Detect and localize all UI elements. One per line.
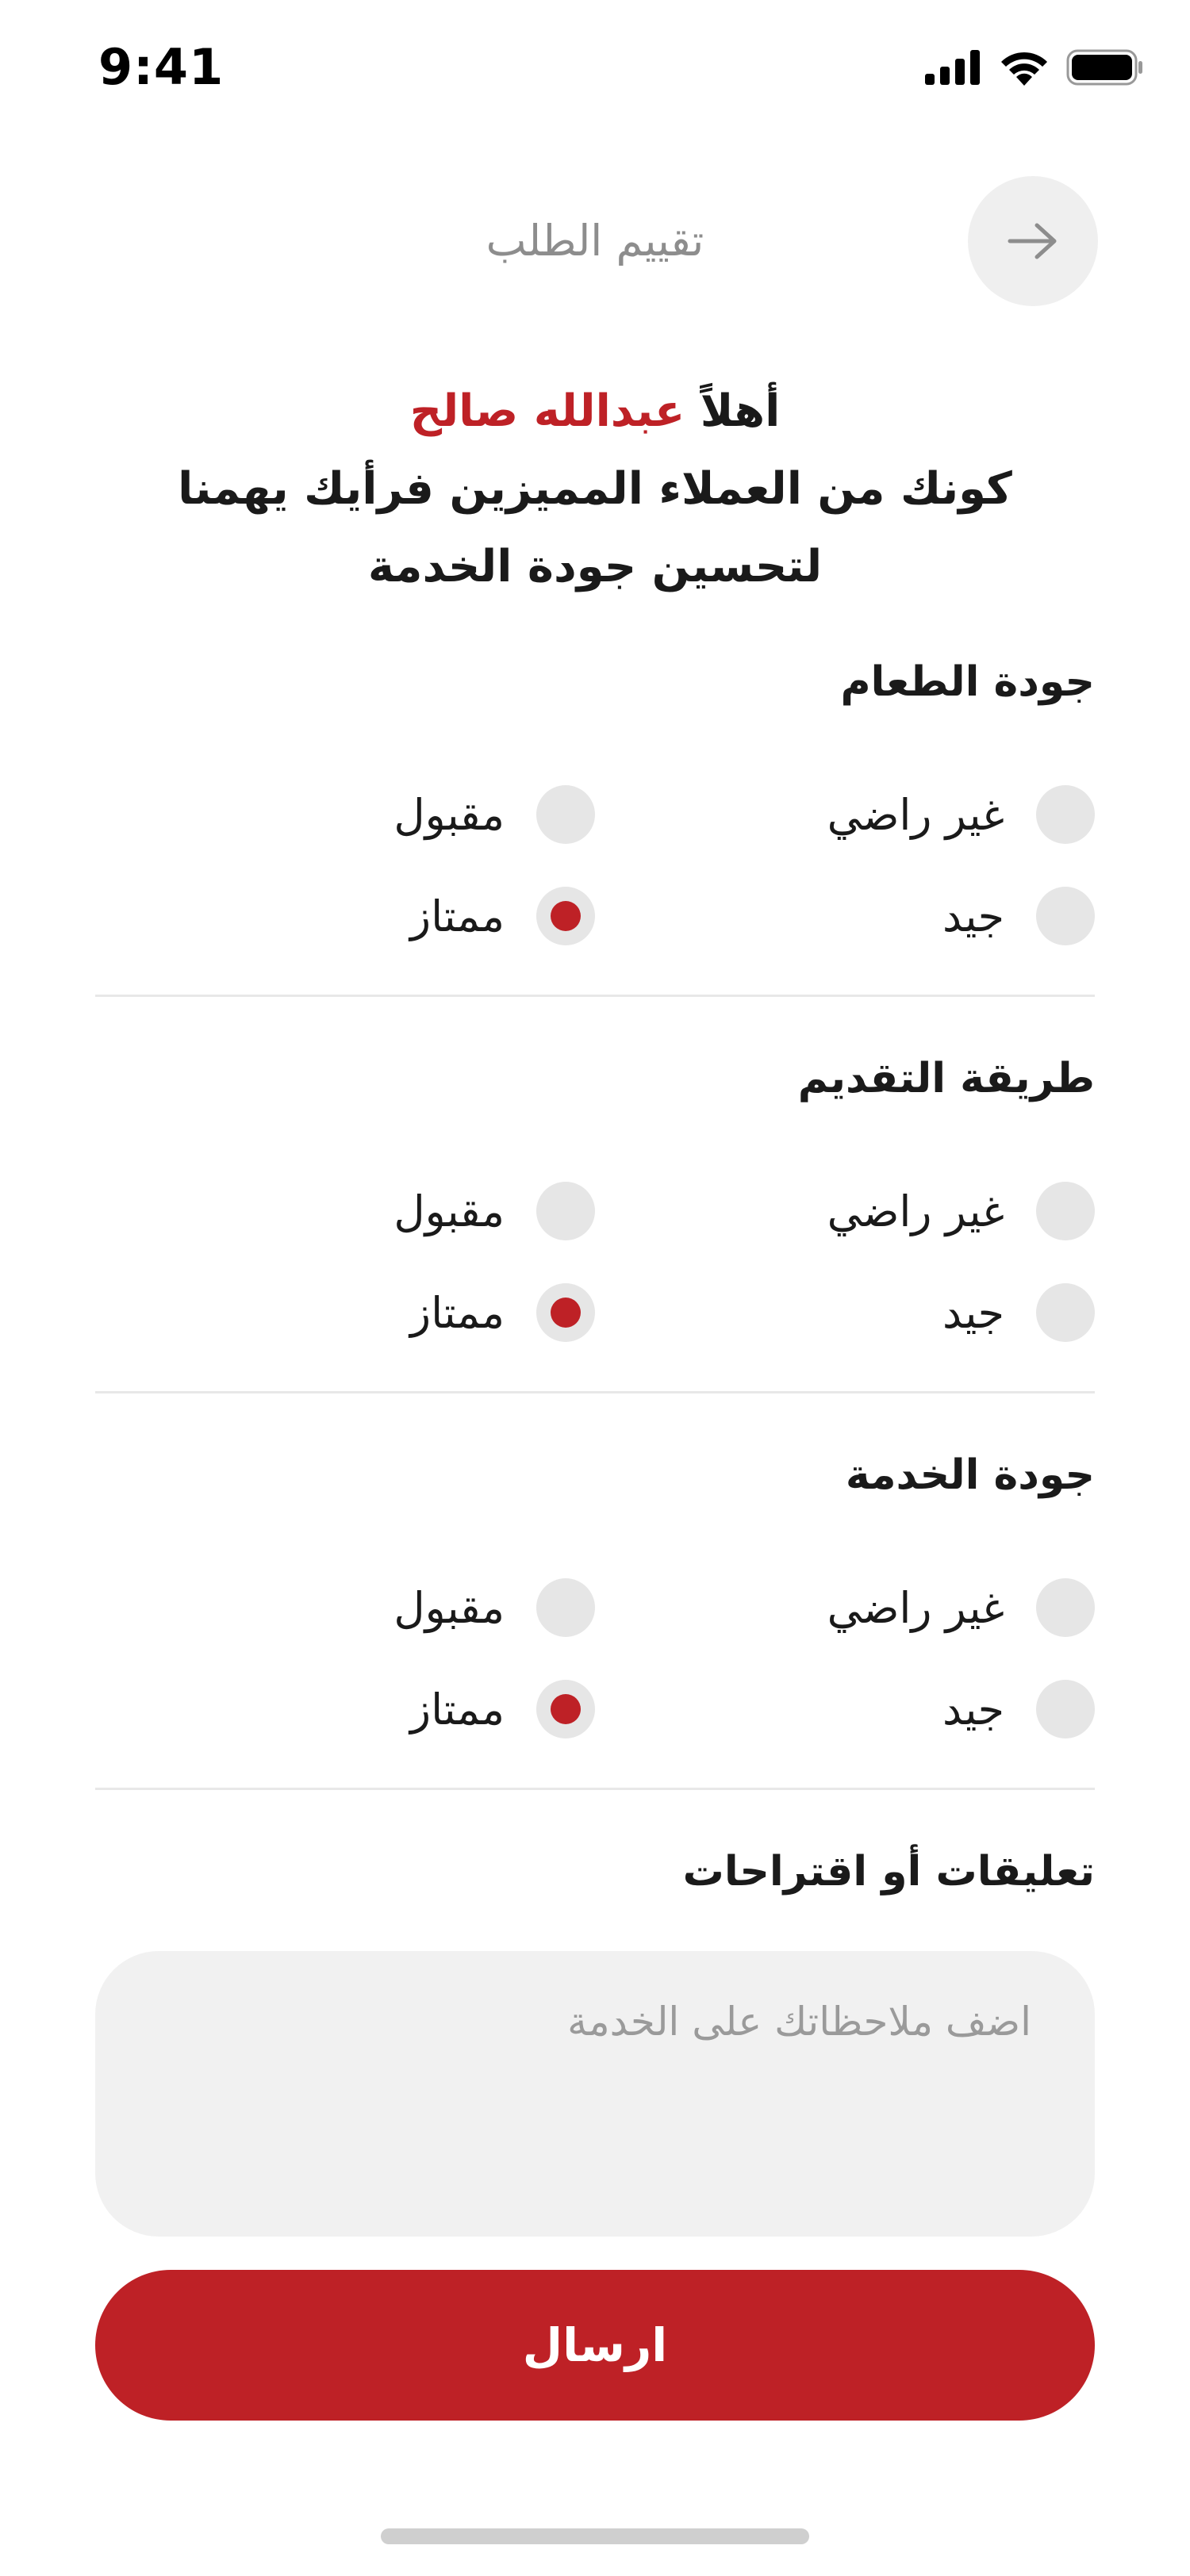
greeting-hello: أهلاً — [700, 385, 781, 437]
radio-unselected[interactable] — [536, 1578, 595, 1637]
section-title: طريقة التقديم — [797, 1055, 1095, 1102]
option-label: جيد — [942, 891, 1004, 941]
back-button[interactable] — [968, 176, 1098, 306]
section-divider — [95, 995, 1095, 997]
arrow-right-icon — [1008, 223, 1057, 259]
rating-section-serving-method: طريقة التقديم غير راضي مقبول جيد ممتاز — [95, 1047, 1095, 1342]
radio-unselected[interactable] — [536, 785, 595, 844]
customer-name: عبدالله صالح — [409, 385, 685, 437]
rating-option[interactable]: غير راضي — [827, 785, 1095, 844]
greeting-line-3: لتحسين جودة الخدمة — [367, 541, 823, 592]
rating-option-selected[interactable]: ممتاز — [410, 887, 595, 945]
submit-button[interactable]: ارسال — [95, 2270, 1095, 2421]
section-title: جودة الخدمة — [845, 1451, 1095, 1499]
home-indicator — [381, 2528, 809, 2544]
rating-option[interactable]: جيد — [942, 887, 1095, 945]
rating-option[interactable]: غير راضي — [827, 1578, 1095, 1637]
rating-option[interactable]: مقبول — [393, 1182, 595, 1240]
radio-dot — [551, 1694, 581, 1724]
rating-section-food-quality: جودة الطعام غير راضي مقبول جيد ممتاز — [95, 650, 1095, 945]
rating-option-selected[interactable]: ممتاز — [410, 1680, 595, 1738]
option-label: ممتاز — [410, 1287, 505, 1338]
radio-selected[interactable] — [536, 1680, 595, 1738]
section-divider — [95, 1391, 1095, 1393]
rating-option[interactable]: مقبول — [393, 785, 595, 844]
radio-dot — [551, 1298, 581, 1328]
comments-textarea[interactable] — [95, 1951, 1095, 2237]
rating-option[interactable]: جيد — [942, 1680, 1095, 1738]
option-label: ممتاز — [410, 891, 505, 941]
option-label: ممتاز — [410, 1684, 505, 1735]
status-icons — [925, 49, 1144, 86]
radio-unselected[interactable] — [1036, 1578, 1095, 1637]
rating-option[interactable]: جيد — [942, 1283, 1095, 1342]
wifi-icon — [1001, 52, 1047, 86]
radio-dot — [551, 901, 581, 931]
battery-icon — [1066, 49, 1142, 86]
rating-option-selected[interactable]: ممتاز — [410, 1283, 595, 1342]
radio-unselected[interactable] — [536, 1182, 595, 1240]
comments-title: تعليقات أو اقتراحات — [682, 1848, 1095, 1896]
radio-selected[interactable] — [536, 1283, 595, 1342]
radio-selected[interactable] — [536, 887, 595, 945]
option-label: غير راضي — [827, 789, 1004, 840]
rating-option[interactable]: مقبول — [393, 1578, 595, 1637]
radio-unselected[interactable] — [1036, 1283, 1095, 1342]
rating-options: غير راضي مقبول جيد ممتاز — [95, 1110, 1095, 1342]
option-label: مقبول — [393, 1582, 505, 1633]
greeting: أهلاً عبدالله صالح كونك من العملاء الممي… — [95, 373, 1095, 606]
rating-section-service-quality: جودة الخدمة غير راضي مقبول جيد ممتاز — [95, 1443, 1095, 1738]
rating-options: غير راضي مقبول جيد ممتاز — [95, 714, 1095, 945]
radio-unselected[interactable] — [1036, 1182, 1095, 1240]
status-bar: 9:41 — [0, 0, 1190, 143]
section-title: جودة الطعام — [840, 658, 1095, 706]
radio-unselected[interactable] — [1036, 785, 1095, 844]
radio-unselected[interactable] — [1036, 1680, 1095, 1738]
section-divider — [95, 1788, 1095, 1790]
rating-option[interactable]: غير راضي — [827, 1182, 1095, 1240]
radio-unselected[interactable] — [1036, 887, 1095, 945]
header: تقييم الطلب — [0, 174, 1190, 309]
option-label: جيد — [942, 1684, 1004, 1735]
status-time: 9:41 — [98, 38, 225, 96]
rating-options: غير راضي مقبول جيد ممتاز — [95, 1507, 1095, 1738]
greeting-line-1: أهلاً عبدالله صالح — [95, 373, 1095, 450]
greeting-line-2: كونك من العملاء المميزين فرأيك يهمنا — [178, 463, 1012, 515]
option-label: مقبول — [393, 789, 505, 840]
option-label: غير راضي — [827, 1582, 1004, 1633]
option-label: غير راضي — [827, 1186, 1004, 1236]
option-label: مقبول — [393, 1186, 505, 1236]
option-label: جيد — [942, 1287, 1004, 1338]
cellular-signal-icon — [925, 50, 980, 85]
